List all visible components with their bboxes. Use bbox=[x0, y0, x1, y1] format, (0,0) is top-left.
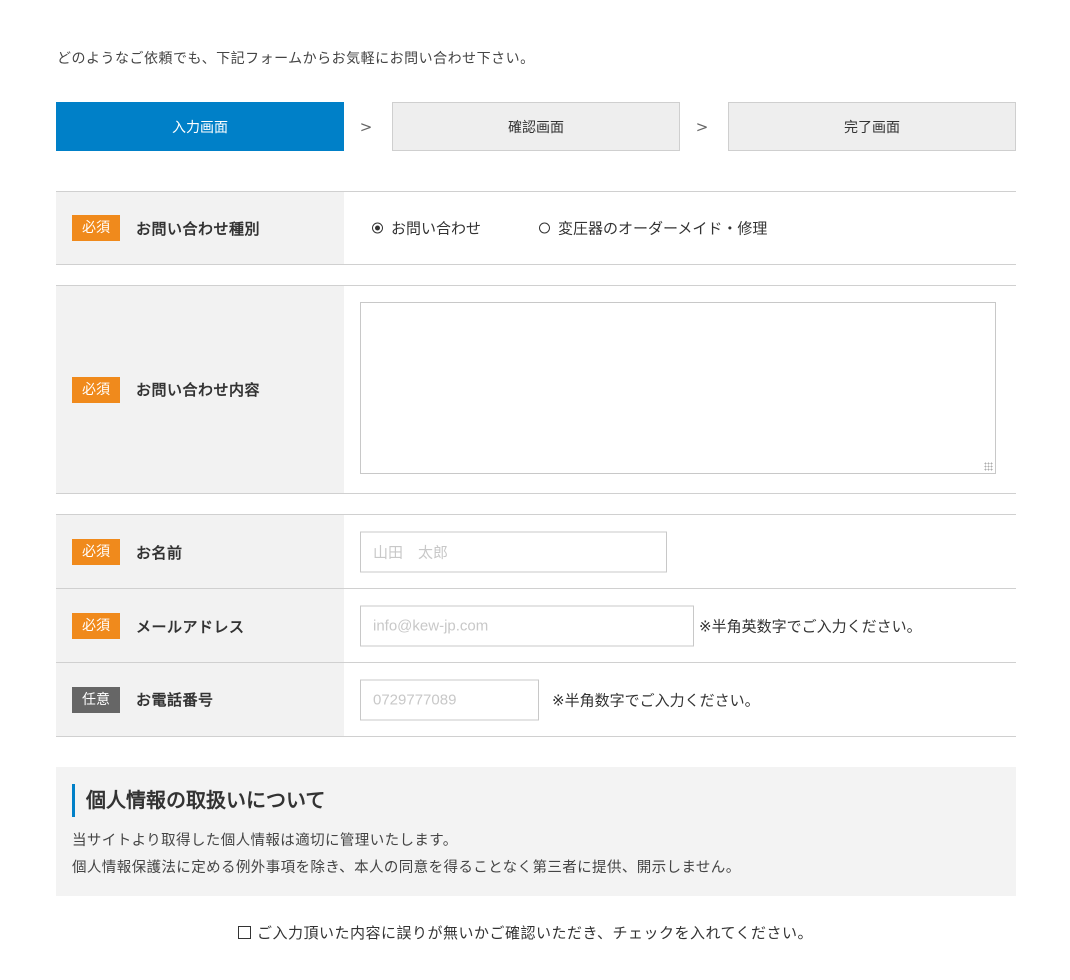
inquiry-type-label: お問い合わせ種別 bbox=[136, 219, 261, 238]
inquiry-content-textarea[interactable] bbox=[360, 302, 996, 474]
row-header: 任意 お電話番号 bbox=[56, 663, 344, 736]
phone-row: 任意 お電話番号 0729777089 ※半角数字でご入力ください。 bbox=[56, 662, 1016, 737]
radio-checked-icon[interactable] bbox=[372, 222, 383, 234]
step-complete: 完了画面 bbox=[728, 102, 1016, 151]
radio-transformer-custom[interactable]: 変圧器のオーダーメイド・修理 bbox=[539, 218, 767, 239]
privacy-title: 個人情報の取扱いについて bbox=[72, 784, 325, 817]
required-badge: 必須 bbox=[72, 376, 120, 403]
radio-inquiry[interactable]: お問い合わせ bbox=[372, 218, 481, 239]
email-row: 必須 メールアドレス info@kew-jp.com ※半角英数字でご入力くださ… bbox=[56, 588, 1016, 663]
row-header: 必須 お名前 bbox=[56, 515, 344, 589]
email-note: ※半角英数字でご入力ください。 bbox=[699, 617, 922, 636]
step-input: 入力画面 bbox=[56, 102, 344, 151]
inquiry-content-row: 必須 お問い合わせ内容 bbox=[56, 285, 1016, 494]
phone-note: ※半角数字でご入力ください。 bbox=[552, 691, 760, 709]
progress-steps: 入力画面 > 確認画面 > 完了画面 bbox=[56, 102, 1016, 151]
name-row: 必須 お名前 山田 太郎 bbox=[56, 514, 1016, 589]
inquiry-type-radio-group: お問い合わせ 変圧器のオーダーメイド・修理 bbox=[372, 218, 825, 239]
inquiry-type-row: 必須 お問い合わせ種別 お問い合わせ 変圧器のオーダーメイド・修理 bbox=[56, 191, 1016, 265]
phone-label: お電話番号 bbox=[136, 691, 214, 709]
radio-inquiry-label: お問い合わせ bbox=[391, 219, 482, 238]
row-header: 必須 お問い合わせ内容 bbox=[56, 286, 344, 493]
name-input[interactable]: 山田 太郎 bbox=[360, 531, 667, 573]
optional-badge: 任意 bbox=[72, 686, 120, 713]
step-separator: > bbox=[359, 117, 373, 136]
row-header: 必須 お問い合わせ種別 bbox=[56, 192, 344, 264]
phone-input[interactable]: 0729777089 bbox=[360, 679, 539, 720]
row-header: 必須 メールアドレス bbox=[56, 589, 344, 663]
intro-text: どのようなご依頼でも、下記フォームからお気軽にお問い合わせ下さい。 bbox=[57, 51, 535, 67]
privacy-line: 当サイトより取得した個人情報は適切に管理いたします。 bbox=[72, 833, 458, 849]
required-badge: 必須 bbox=[72, 539, 120, 565]
email-label: メールアドレス bbox=[136, 617, 245, 636]
required-badge: 必須 bbox=[72, 215, 120, 241]
radio-unchecked-icon[interactable] bbox=[539, 222, 551, 234]
confirm-checkbox-row[interactable]: ご入力頂いた内容に誤りが無いかご確認いただき、チェックを入れてください。 bbox=[238, 922, 813, 943]
privacy-text: 当サイトより取得した個人情報は適切に管理いたします。 個人情報保護法に定める例外… bbox=[72, 828, 741, 882]
name-label: お名前 bbox=[136, 543, 183, 562]
radio-transformer-label: 変圧器のオーダーメイド・修理 bbox=[558, 219, 768, 238]
inquiry-content-label: お問い合わせ内容 bbox=[136, 381, 261, 399]
privacy-line: 個人情報保護法に定める例外事項を除き、本人の同意を得ることなく第三者に提供、開示… bbox=[72, 860, 741, 876]
confirm-checkbox[interactable] bbox=[238, 926, 251, 939]
resize-grip-icon[interactable] bbox=[984, 462, 993, 471]
confirm-label: ご入力頂いた内容に誤りが無いかご確認いただき、チェックを入れてください。 bbox=[257, 924, 814, 942]
required-badge: 必須 bbox=[72, 613, 120, 639]
email-input[interactable]: info@kew-jp.com bbox=[360, 605, 694, 647]
step-confirm: 確認画面 bbox=[392, 102, 680, 151]
step-separator: > bbox=[695, 117, 709, 136]
privacy-section: 個人情報の取扱いについて 当サイトより取得した個人情報は適切に管理いたします。 … bbox=[56, 767, 1016, 896]
